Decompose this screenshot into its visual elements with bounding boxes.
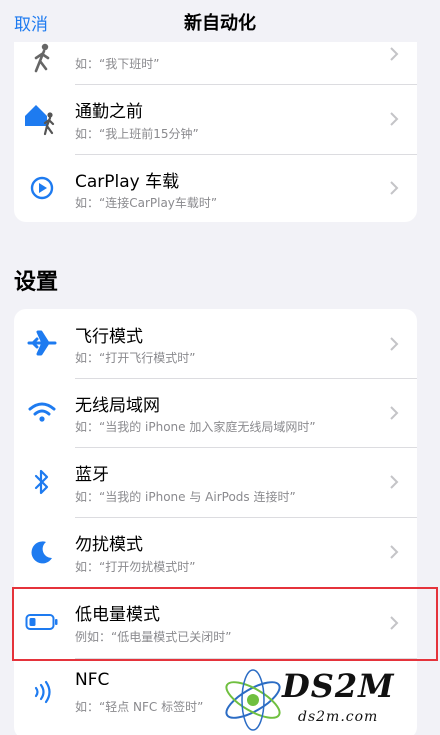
wifi-title: 无线局域网 bbox=[75, 396, 160, 416]
wifi-row[interactable]: 无线局域网 如：“当我的 iPhone 加入家庭无线局域网时” bbox=[14, 378, 417, 447]
bluetooth-row[interactable]: 蓝牙 如：“当我的 iPhone 与 AirPods 连接时” bbox=[14, 447, 417, 517]
chevron-right-icon bbox=[390, 337, 399, 351]
nfc-icon bbox=[22, 672, 62, 712]
wifi-icon bbox=[22, 392, 62, 432]
bluetooth-sub: 如：“当我的 iPhone 与 AirPods 连接时” bbox=[75, 490, 296, 504]
chevron-right-icon bbox=[390, 181, 399, 195]
atom-logo-icon bbox=[225, 669, 281, 731]
nfc-title: NFC bbox=[75, 670, 110, 690]
commute-sub: 如：“我上班前15分钟” bbox=[75, 127, 199, 141]
carplay-icon bbox=[22, 168, 62, 208]
watermark-brand: DS2M bbox=[282, 667, 395, 705]
moon-icon bbox=[22, 532, 62, 572]
page-title: 新自动化 bbox=[184, 13, 256, 34]
watermark-sub: ds2m.com bbox=[298, 709, 379, 725]
do-not-disturb-row[interactable]: 勿扰模式 如：“打开勿扰模式时” bbox=[14, 517, 417, 587]
chevron-right-icon bbox=[390, 47, 399, 61]
carplay-title: CarPlay 车载 bbox=[75, 172, 180, 192]
bluetooth-icon bbox=[22, 462, 62, 502]
do-not-disturb-title: 勿扰模式 bbox=[75, 535, 143, 555]
watermark-logo: DS2M ds2m.com bbox=[218, 665, 440, 735]
leave-work-sub: 如：“我下班时” bbox=[75, 57, 160, 71]
settings-section-header: 设置 bbox=[14, 270, 59, 295]
highlight-box bbox=[12, 587, 438, 661]
chevron-right-icon bbox=[390, 475, 399, 489]
carplay-sub: 如：“连接CarPlay车载时” bbox=[75, 196, 218, 210]
airplane-icon bbox=[22, 323, 62, 363]
airplane-mode-row[interactable]: 飞行模式 如：“打开飞行模式时” bbox=[14, 309, 417, 378]
do-not-disturb-sub: 如：“打开勿扰模式时” bbox=[75, 560, 196, 574]
home-commute-icon bbox=[22, 98, 62, 138]
wifi-sub: 如：“当我的 iPhone 加入家庭无线局域网时” bbox=[75, 420, 316, 434]
commute-row[interactable]: 通勤之前 如：“我上班前15分钟” bbox=[14, 84, 417, 154]
bluetooth-title: 蓝牙 bbox=[75, 465, 109, 485]
chevron-right-icon bbox=[390, 406, 399, 420]
chevron-right-icon bbox=[390, 545, 399, 559]
airplane-mode-sub: 如：“打开飞行模式时” bbox=[75, 351, 196, 365]
carplay-row[interactable]: CarPlay 车载 如：“连接CarPlay车载时” bbox=[14, 154, 417, 222]
chevron-right-icon bbox=[390, 112, 399, 126]
commute-title: 通勤之前 bbox=[75, 102, 143, 122]
nfc-sub: 如：“轻点 NFC 标签时” bbox=[75, 700, 204, 714]
airplane-mode-title: 飞行模式 bbox=[75, 327, 143, 347]
navigation-bar: 取消 新自动化 bbox=[0, 0, 440, 42]
person-walking-icon bbox=[22, 38, 62, 78]
